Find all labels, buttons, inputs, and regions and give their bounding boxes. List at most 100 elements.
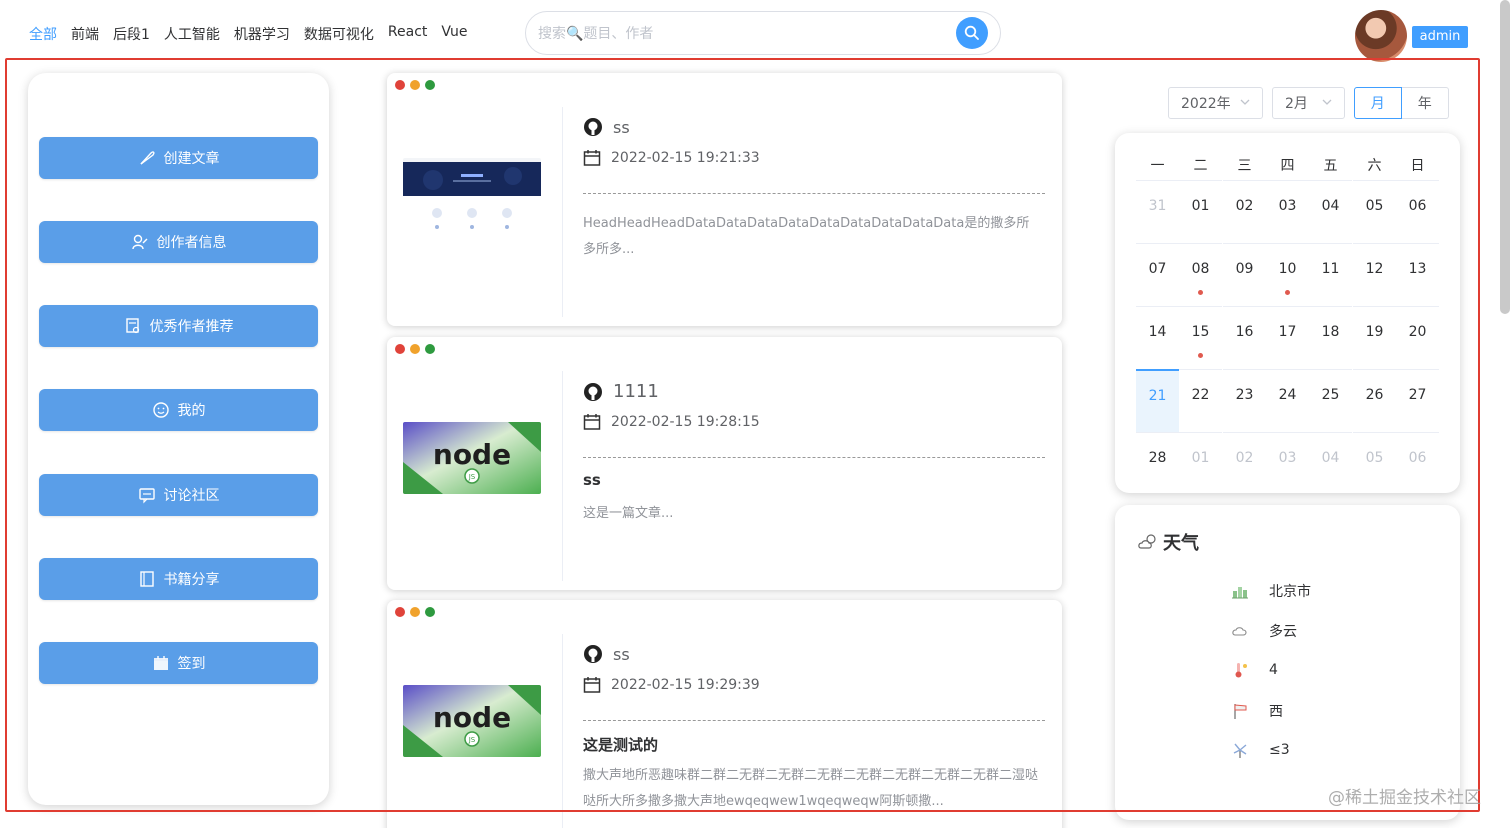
weather-panel: 天气 北京市 多云 4 西 ≤3: [1115, 505, 1460, 820]
weekday-header: 五: [1323, 158, 1338, 174]
article-card[interactable]: ss 2022-02-15 19:21:33 HeadHeadHeadDataD…: [387, 73, 1062, 326]
dashed-divider: [583, 193, 1045, 194]
calendar-day[interactable]: 02: [1223, 180, 1266, 243]
calendar-day[interactable]: 18: [1309, 306, 1352, 369]
calendar-day[interactable]: 07: [1136, 243, 1179, 306]
calendar-day[interactable]: 24: [1266, 369, 1309, 432]
search-bar: [525, 11, 1001, 55]
tab-machine-learning[interactable]: 机器学习: [234, 24, 290, 44]
tab-backend[interactable]: 后段1: [113, 24, 150, 44]
community-button[interactable]: 讨论社区: [39, 474, 318, 516]
weekday-header: 六: [1367, 158, 1382, 174]
calendar-day[interactable]: 06: [1396, 432, 1439, 495]
article-title-row: ss: [583, 644, 630, 664]
card-divider: [562, 634, 563, 828]
tab-react[interactable]: React: [388, 24, 427, 44]
year-view-button[interactable]: 年: [1401, 87, 1449, 119]
calendar-day[interactable]: 31: [1136, 180, 1179, 243]
calendar-day[interactable]: 04: [1309, 180, 1352, 243]
tab-frontend[interactable]: 前端: [71, 24, 99, 44]
calendar-day[interactable]: 12: [1353, 243, 1396, 306]
calendar-day-today[interactable]: 21: [1136, 369, 1179, 432]
weather-wind-direction: 西: [1269, 704, 1283, 720]
calendar-icon: [583, 150, 601, 166]
calendar-icon: [583, 414, 601, 430]
calendar-day[interactable]: 05: [1353, 180, 1396, 243]
article-card[interactable]: node JS 1111 2022-02-15 19:28:15 ss 这是一篇…: [387, 337, 1062, 590]
month-select[interactable]: 2月: [1272, 87, 1345, 119]
calendar-day[interactable]: 17: [1266, 306, 1309, 369]
dashed-divider: [583, 457, 1045, 458]
tab-data-visualization[interactable]: 数据可视化: [304, 24, 374, 44]
tab-ai[interactable]: 人工智能: [164, 24, 220, 44]
article-card[interactable]: node JS ss 2022-02-15 19:29:39 这是测试的 撒大声…: [387, 600, 1062, 828]
calendar-day[interactable]: 20: [1396, 306, 1439, 369]
calendar-day[interactable]: 01: [1179, 432, 1222, 495]
calendar-day[interactable]: 15: [1179, 306, 1222, 369]
create-article-button[interactable]: 创建文章: [39, 137, 318, 179]
mine-button[interactable]: 我的: [39, 389, 318, 431]
calendar-day[interactable]: 05: [1353, 432, 1396, 495]
author-info-button[interactable]: 创作者信息: [39, 221, 318, 263]
article-title-row: 1111: [583, 381, 659, 402]
wind-flag-icon: [1234, 704, 1247, 719]
tab-all[interactable]: 全部: [29, 24, 57, 44]
weather-wind-power: ≤3: [1269, 742, 1290, 758]
github-icon: [584, 645, 602, 663]
calendar-day[interactable]: 22: [1179, 369, 1222, 432]
article-title[interactable]: ss: [613, 118, 630, 137]
calendar-day[interactable]: 09: [1223, 243, 1266, 306]
calendar-day[interactable]: 03: [1266, 432, 1309, 495]
calendar-day[interactable]: 26: [1353, 369, 1396, 432]
weekday-header: 四: [1280, 158, 1295, 174]
search-button[interactable]: [956, 17, 988, 49]
calendar-day[interactable]: 06: [1396, 180, 1439, 243]
author-info-label: 创作者信息: [156, 235, 227, 251]
cloud-sun-icon: [1138, 534, 1156, 549]
calendar-day[interactable]: 19: [1353, 306, 1396, 369]
dashed-divider: [583, 720, 1045, 721]
calendar-day[interactable]: 08: [1179, 243, 1222, 306]
avatar[interactable]: [1355, 10, 1407, 62]
month-view-button[interactable]: 月: [1354, 87, 1402, 119]
calendar-day[interactable]: 02: [1223, 432, 1266, 495]
book-share-button[interactable]: 书籍分享: [39, 558, 318, 600]
top-authors-button[interactable]: 优秀作者推荐: [39, 305, 318, 347]
article-thumbnail: node JS: [403, 685, 541, 757]
article-summary: 这是一篇文章...: [583, 506, 674, 521]
calendar-day[interactable]: 03: [1266, 180, 1309, 243]
calendar-day[interactable]: 13: [1396, 243, 1439, 306]
watermark: @稀土掘金技术社区: [1328, 788, 1481, 808]
article-title[interactable]: ss: [613, 645, 630, 664]
weather-title-text: 天气: [1163, 533, 1199, 554]
article-date: 2022-02-15 19:29:39: [611, 677, 760, 693]
feather-icon: [139, 151, 155, 165]
calendar-day[interactable]: 11: [1309, 243, 1352, 306]
user-badge[interactable]: admin: [1412, 26, 1468, 48]
calendar-day-number: 08: [1191, 261, 1210, 277]
calendar-day[interactable]: 01: [1179, 180, 1222, 243]
weather-temperature-row: 4: [1231, 661, 1278, 679]
community-label: 讨论社区: [163, 488, 220, 504]
tab-vue[interactable]: Vue: [441, 24, 467, 44]
calendar-day-number: 10: [1278, 261, 1297, 277]
year-select[interactable]: 2022年: [1168, 87, 1263, 119]
calendar-day[interactable]: 10: [1266, 243, 1309, 306]
svg-text:JS: JS: [468, 736, 476, 744]
search-input[interactable]: [538, 22, 948, 46]
calendar-day[interactable]: 16: [1223, 306, 1266, 369]
calendar-day[interactable]: 27: [1396, 369, 1439, 432]
calendar-day[interactable]: 28: [1136, 432, 1179, 495]
scrollbar[interactable]: [1500, 0, 1510, 314]
article-summary: HeadHeadHeadDataDataDataDataDataDataData…: [583, 216, 1030, 257]
github-icon: [584, 118, 602, 136]
article-title[interactable]: 1111: [613, 381, 659, 402]
check-in-button[interactable]: 签到: [39, 642, 318, 684]
calendar-day[interactable]: 14: [1136, 306, 1179, 369]
thermometer-icon: [1235, 663, 1247, 678]
top-nav: 全部 前端 后段1 人工智能 机器学习 数据可视化 React Vue admi…: [0, 0, 1512, 64]
calendar-day[interactable]: 25: [1309, 369, 1352, 432]
calendar-day[interactable]: 23: [1223, 369, 1266, 432]
calendar-day[interactable]: 04: [1309, 432, 1352, 495]
weather-temperature: 4: [1269, 662, 1278, 678]
